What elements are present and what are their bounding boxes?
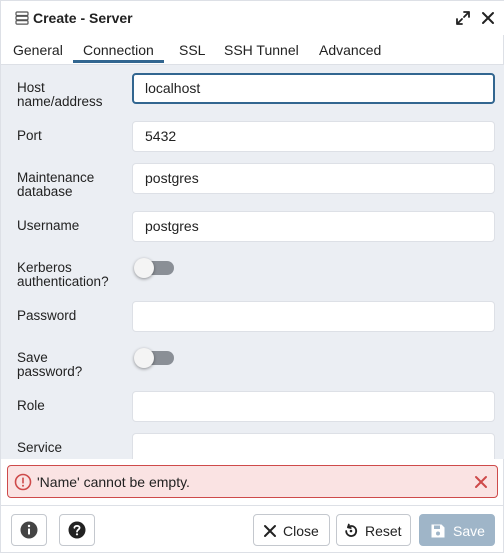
save-password-label-line1: Save (17, 350, 48, 365)
service-input[interactable] (132, 433, 495, 459)
connection-form[interactable]: Host name/address localhost Port 5432 Ma… (1, 65, 504, 459)
tab-ssl[interactable]: SSL (179, 42, 205, 58)
close-button[interactable]: Close (253, 514, 330, 546)
toggle-knob (134, 258, 154, 278)
kerberos-label-line1: Kerberos (17, 260, 72, 275)
save-icon (431, 524, 445, 538)
help-button[interactable] (59, 514, 95, 546)
info-button[interactable] (11, 514, 47, 546)
port-input[interactable]: 5432 (132, 121, 495, 152)
host-label: Host name/address (17, 81, 103, 109)
help-icon (68, 521, 86, 539)
reset-button-label: Reset (365, 523, 402, 539)
dialog-titlebar[interactable]: Create - Server (1, 1, 504, 35)
create-server-dialog: Create - Server General Connection SSL S… (0, 0, 504, 553)
save-button-label: Save (453, 523, 485, 539)
maintenance-db-label-line2: database (17, 184, 73, 199)
server-icon (15, 11, 29, 25)
save-button[interactable]: Save (419, 514, 495, 546)
tab-ssh-tunnel[interactable]: SSH Tunnel (224, 42, 299, 58)
save-password-label-line2: password? (17, 364, 83, 379)
reset-icon (345, 523, 358, 537)
maintenance-db-label-line1: Maintenance (17, 170, 95, 185)
dialog-footer: Close Reset Save (1, 505, 504, 554)
password-input[interactable] (132, 301, 495, 332)
host-label-line1: Host (17, 80, 45, 95)
close-icon (264, 525, 276, 537)
error-banner: 'Name' cannot be empty. (7, 465, 498, 498)
role-label: Role (17, 398, 45, 413)
tab-bar: General Connection SSL SSH Tunnel Advanc… (1, 37, 504, 65)
reset-button[interactable]: Reset (336, 514, 411, 546)
maintenance-db-label: Maintenance database (17, 171, 94, 199)
kerberos-toggle[interactable] (134, 258, 174, 278)
tab-general[interactable]: General (13, 42, 63, 58)
kerberos-label-line2: authentication? (17, 274, 109, 289)
port-label: Port (17, 128, 42, 143)
role-input[interactable] (132, 391, 495, 422)
close-icon[interactable] (474, 475, 488, 489)
error-message: 'Name' cannot be empty. (37, 474, 190, 490)
kerberos-label: Kerberos authentication? (17, 261, 109, 289)
host-label-line2: name/address (17, 94, 103, 109)
username-label: Username (17, 218, 80, 233)
maintenance-db-input[interactable]: postgres (132, 163, 495, 194)
toggle-knob (134, 348, 154, 368)
password-label: Password (17, 308, 77, 323)
dialog-title: Create - Server (33, 10, 133, 26)
service-label: Service (17, 440, 63, 455)
host-input[interactable]: localhost (132, 73, 495, 104)
tab-connection[interactable]: Connection (73, 42, 164, 63)
close-button-label: Close (283, 523, 319, 539)
tab-advanced[interactable]: Advanced (319, 42, 381, 58)
alert-circle-icon (14, 473, 32, 491)
username-input[interactable]: postgres (132, 211, 495, 242)
expand-icon[interactable] (455, 10, 471, 26)
save-password-label: Save password? (17, 351, 82, 379)
info-icon (20, 521, 38, 539)
save-password-toggle[interactable] (134, 348, 174, 368)
close-icon[interactable] (480, 10, 496, 26)
